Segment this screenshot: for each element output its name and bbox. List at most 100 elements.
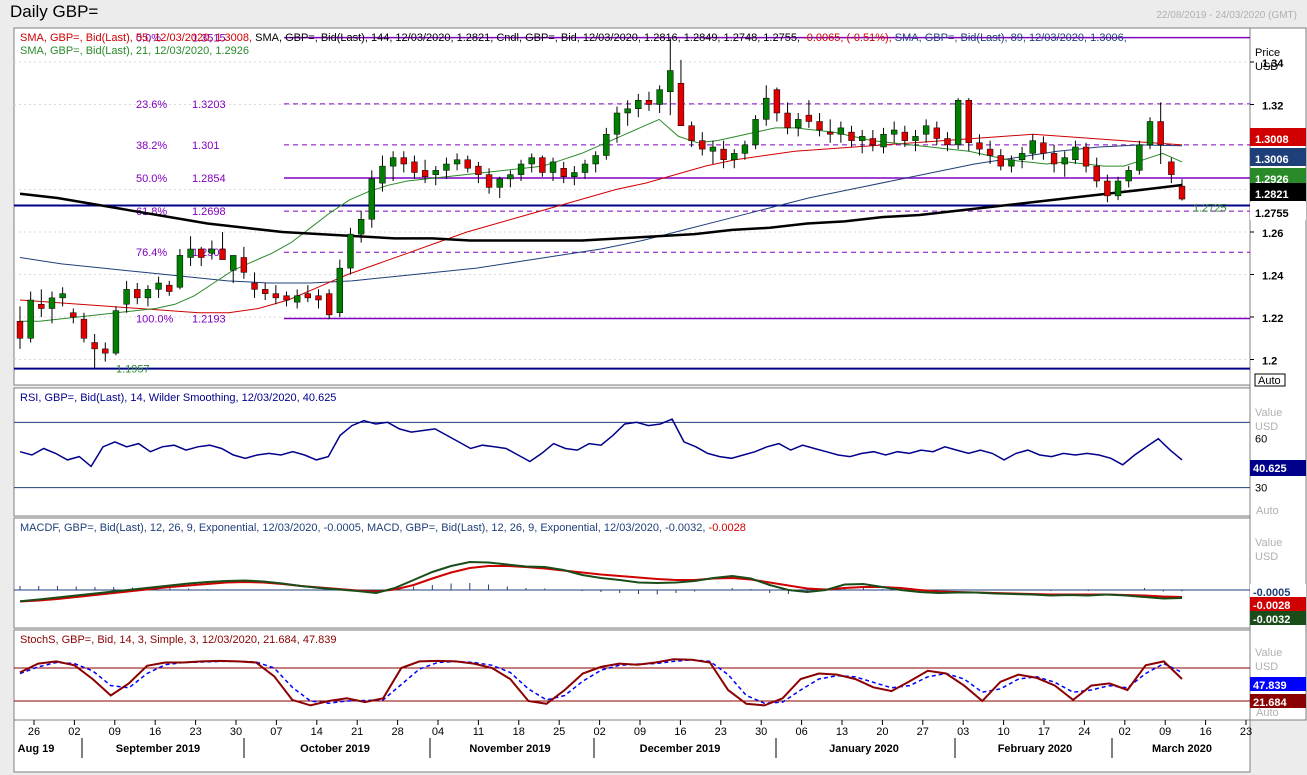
candle-body: [667, 70, 674, 92]
x-tick-label: 16: [674, 726, 686, 738]
candle-body: [272, 293, 280, 299]
x-tick-label: 11: [473, 726, 484, 738]
chart-canvas[interactable]: 0.0% 1.351523.6% 1.320338.2% 1.30150.0% 1.28…: [0, 0, 1307, 775]
candle-body: [187, 248, 194, 258]
stoch-axis-title: Value: [1255, 647, 1282, 659]
x-tick-label: 18: [513, 726, 525, 738]
legend-segment: SMA, GBP=, Bid(Last), 144, 12/03/2020, 1…: [252, 32, 493, 44]
candle-body: [464, 159, 471, 169]
x-tick-label: 27: [917, 726, 929, 738]
month-label: September 2019: [116, 743, 200, 755]
x-tick-label: 03: [957, 726, 969, 738]
fib-pct-label: 38.2%: [136, 140, 167, 152]
candle-body: [475, 165, 482, 175]
candle-body: [293, 295, 301, 303]
x-tick-label: 23: [189, 726, 201, 738]
candle-body: [112, 310, 120, 354]
candle-body: [922, 125, 930, 135]
rsi-tick-label: 60: [1255, 434, 1267, 446]
rsi-panel[interactable]: [13, 387, 1251, 517]
rsi-tick-label: 30: [1255, 483, 1267, 495]
fib-value-label: 1.2854: [192, 173, 226, 185]
candle-body: [1125, 170, 1132, 182]
candle-body: [1018, 153, 1026, 160]
candle-body: [1029, 140, 1036, 154]
candle-body: [1157, 121, 1164, 146]
macd-legend-tail: -0.0028: [705, 522, 745, 534]
candle-body: [528, 157, 535, 165]
fib-pct-label: 23.6%: [136, 99, 167, 111]
candle-body: [1104, 180, 1111, 197]
fib-value-label: 1.2698: [192, 206, 226, 218]
price-badge-label: 1.3008: [1255, 134, 1289, 146]
candle-body: [70, 312, 77, 318]
month-label: Aug 19: [18, 743, 55, 755]
stoch-auto-label: Auto: [1256, 707, 1279, 719]
candle-body: [1040, 142, 1047, 154]
candle-body: [635, 100, 642, 109]
x-tick-label: 24: [1078, 726, 1090, 738]
candle-body: [262, 289, 269, 294]
candle-body: [837, 127, 845, 135]
x-tick-label: 02: [1119, 726, 1131, 738]
x-tick-label: 28: [391, 726, 403, 738]
x-tick-label: 23: [1240, 726, 1252, 738]
candle-body: [805, 114, 813, 122]
x-tick-label: 10: [997, 726, 1009, 738]
stoch-axis-unit: USD: [1255, 661, 1278, 673]
candle-body: [389, 157, 397, 167]
candle-body: [965, 100, 972, 143]
x-tick-label: 09: [109, 726, 121, 738]
candle-body: [613, 112, 621, 135]
candle-body: [443, 163, 450, 171]
candle-body: [1178, 185, 1186, 200]
candle-body: [357, 219, 365, 235]
candle-body: [517, 163, 525, 175]
price-tick-label: 1.24: [1262, 271, 1284, 283]
candle-body: [944, 138, 951, 146]
fib-value-label: 1.2193: [192, 313, 226, 325]
support-label: 1.1957: [116, 364, 150, 376]
x-tick-label: 04: [432, 726, 444, 738]
macd-badge-label: -0.0028: [1253, 600, 1290, 612]
candle-body: [198, 248, 205, 258]
fib-pct-label: 76.4%: [136, 247, 167, 259]
candle-body: [80, 318, 88, 339]
x-tick-label: 17: [1038, 726, 1050, 738]
support-label: 1.2725: [1193, 202, 1227, 214]
fib-value-label: 1.3203: [192, 99, 226, 111]
candle-body: [379, 165, 386, 184]
candle-body: [315, 295, 322, 301]
macd-panel[interactable]: [13, 517, 1251, 629]
x-tick-label: 21: [351, 726, 363, 738]
x-tick-label: 23: [715, 726, 727, 738]
legend-segment: -0.0065, (-0.51%),: [800, 32, 892, 44]
candle-body: [539, 157, 546, 173]
candle-body: [901, 131, 909, 141]
price-axis-unit: USD: [1255, 61, 1278, 73]
candle-body: [325, 293, 333, 316]
candle-body: [432, 170, 439, 175]
candle-body: [912, 136, 919, 141]
candle-body: [400, 157, 407, 165]
candle-body: [144, 289, 152, 299]
macd-legend: MACDF, GBP=, Bid(Last), 12, 26, 9, Expon…: [20, 522, 746, 534]
candle-body: [869, 138, 877, 146]
candle-body: [1061, 157, 1068, 165]
candle-body: [336, 267, 343, 313]
candle-body: [976, 142, 983, 150]
candle-body: [890, 129, 898, 135]
fib-value-label: 1.301: [192, 140, 220, 152]
candle-body: [571, 172, 578, 177]
candle-body: [347, 233, 354, 269]
candle-body: [986, 148, 994, 156]
candle-body: [827, 131, 834, 135]
candle-body: [795, 119, 802, 129]
fib-pct-label: 100.0%: [136, 313, 174, 325]
candle-body: [848, 131, 855, 141]
candle-body: [763, 97, 770, 120]
candle-body: [603, 134, 610, 156]
fib-pct-label: 50.0%: [136, 173, 167, 185]
candle-body: [251, 282, 258, 290]
candle-body: [496, 178, 503, 188]
